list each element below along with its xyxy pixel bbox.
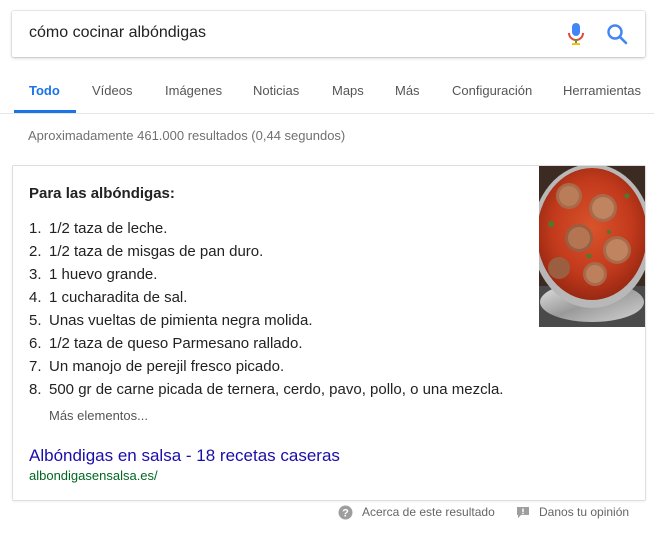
list-item: 5. Unas vueltas de pimienta negra molida. (29, 309, 503, 332)
help-icon[interactable]: ? (338, 505, 353, 520)
list-item: 3. 1 huevo grande. (29, 263, 503, 286)
svg-text:?: ? (342, 508, 349, 520)
tab-imagenes[interactable]: Imágenes (165, 83, 222, 98)
list-item: 6. 1/2 taza de queso Parmesano rallado. (29, 332, 503, 355)
list-item-number: 6. (29, 335, 42, 352)
list-item-number: 4. (29, 289, 42, 306)
tab-videos[interactable]: Vídeos (92, 83, 132, 98)
more-items-link[interactable]: Más elementos... (49, 408, 148, 423)
list-item: 1. 1/2 taza de leche. (29, 217, 503, 240)
tab-mas[interactable]: Más (395, 83, 420, 98)
snippet-heading: Para las albóndigas: (29, 185, 175, 202)
list-item-text: 1/2 taza de leche. (49, 220, 168, 237)
list-item-text: 1 cucharadita de sal. (49, 289, 188, 306)
list-item-number: 3. (29, 266, 42, 283)
list-item-number: 8. (29, 381, 42, 398)
result-url: albondigasensalsa.es/ (29, 468, 158, 483)
list-item: 7. Un manojo de perejil fresco picado. (29, 355, 503, 378)
active-tab-indicator (14, 110, 76, 113)
search-box[interactable]: cómo cocinar albóndigas (12, 11, 645, 57)
list-item-text: Unas vueltas de pimienta negra molida. (49, 312, 313, 329)
list-item-text: 1/2 taza de queso Parmesano rallado. (49, 335, 303, 352)
meatballs-in-sauce-photo[interactable] (539, 166, 645, 327)
search-input[interactable]: cómo cocinar albóndigas (29, 24, 206, 42)
list-item-number: 1. (29, 220, 42, 237)
tab-herramientas[interactable]: Herramientas (563, 83, 641, 98)
ingredient-list: 1. 1/2 taza de leche. 2. 1/2 taza de misga… (29, 217, 503, 401)
list-item-text: Un manojo de perejil fresco picado. (49, 358, 285, 375)
search-icon[interactable] (606, 23, 628, 45)
tab-noticias[interactable]: Noticias (253, 83, 299, 98)
featured-snippet: Para las albóndigas: 1. 1/2 taza de leche… (12, 165, 646, 501)
feedback-link[interactable]: Danos tu opinión (539, 505, 629, 519)
tab-maps[interactable]: Maps (332, 83, 364, 98)
microphone-icon[interactable] (567, 23, 585, 45)
list-item-text: 1 huevo grande. (49, 266, 158, 283)
list-item: 8. 500 gr de carne picada de ternera, cer… (29, 378, 503, 401)
about-result-link[interactable]: Acerca de este resultado (362, 505, 495, 519)
feedback-icon[interactable] (516, 506, 530, 519)
list-item-text: 500 gr de carne picada de ternera, cerdo… (49, 381, 504, 398)
list-item-number: 2. (29, 243, 42, 260)
list-item-text: 1/2 taza de misgas de pan duro. (49, 243, 264, 260)
list-item-number: 7. (29, 358, 42, 375)
list-item: 4. 1 cucharadita de sal. (29, 286, 503, 309)
search-tabs: Todo Vídeos Imágenes Noticias Maps Más C… (0, 72, 654, 114)
list-item-number: 5. (29, 312, 42, 329)
list-item: 2. 1/2 taza de misgas de pan duro. (29, 240, 503, 263)
tab-configuracion[interactable]: Configuración (452, 83, 532, 98)
result-title-link[interactable]: Albóndigas en salsa - 18 recetas caseras (29, 446, 340, 466)
tab-todo[interactable]: Todo (29, 83, 60, 98)
result-stats: Aproximadamente 461.000 resultados (0,44… (28, 128, 346, 143)
